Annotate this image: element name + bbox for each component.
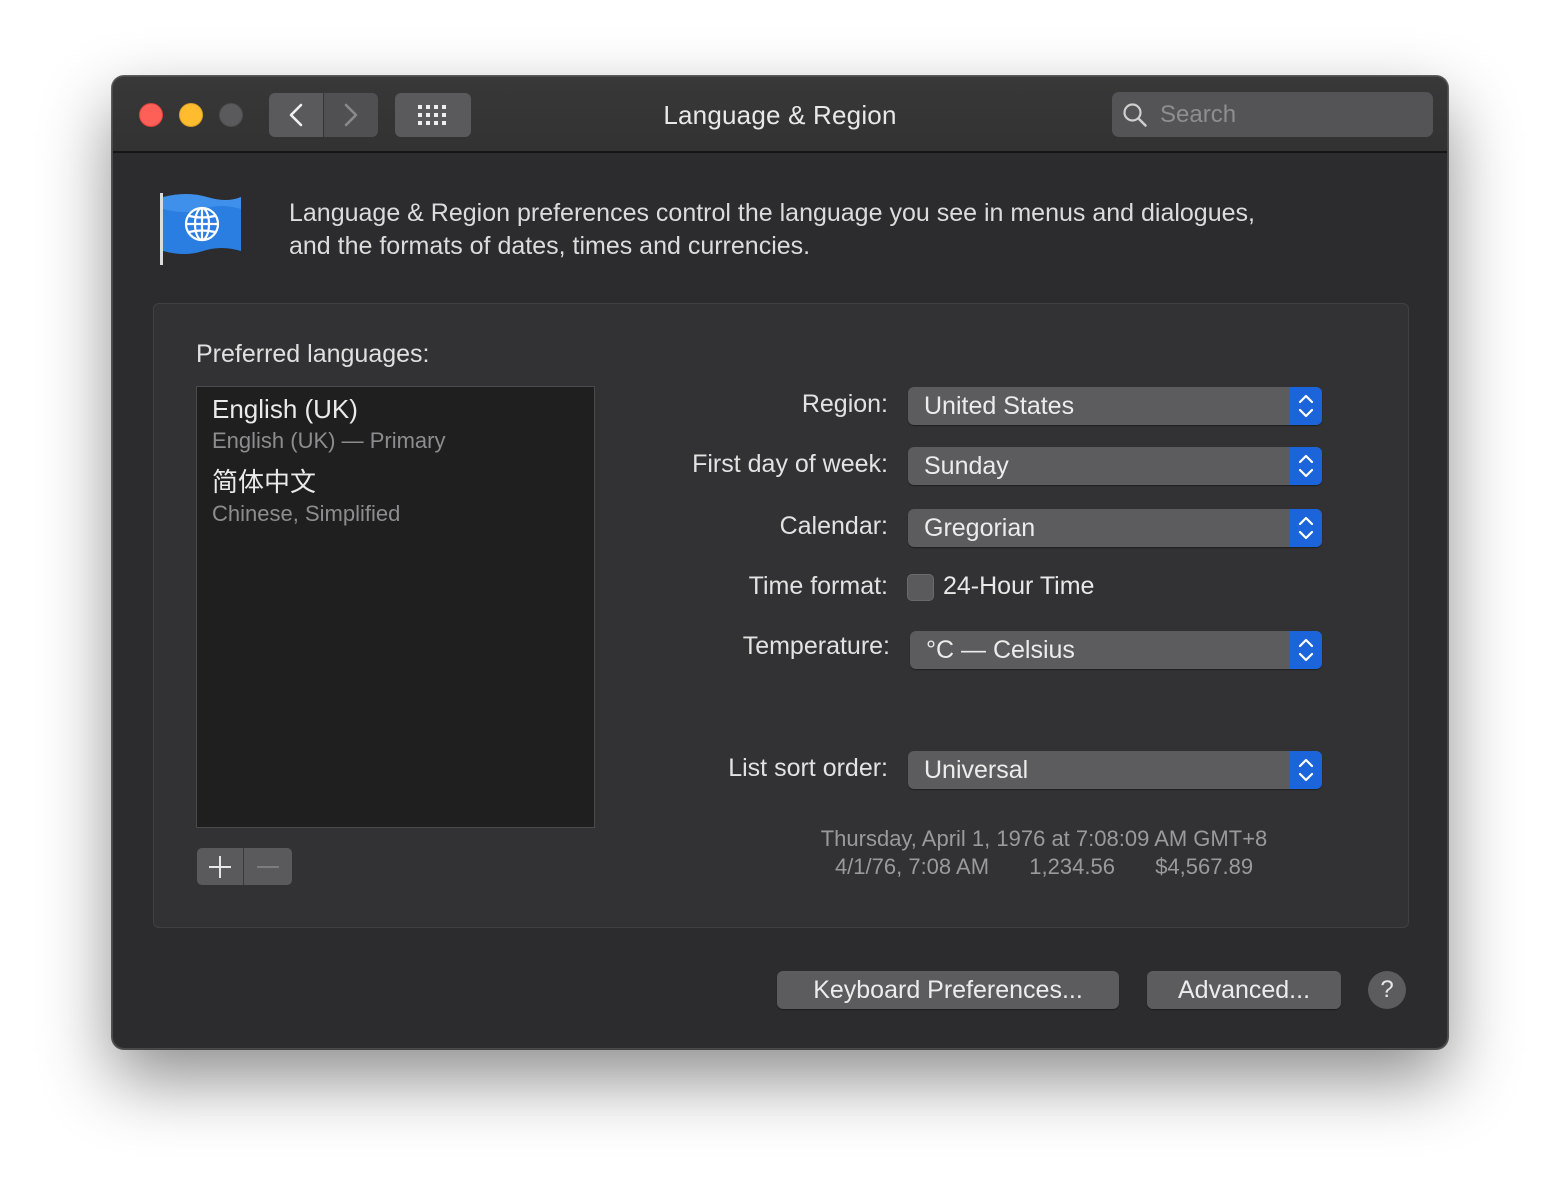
language-item[interactable]: English (UK) English (UK) — Primary (212, 392, 445, 456)
time-format-label: Time format: (748, 572, 888, 600)
add-remove-group (197, 848, 292, 885)
updown-chevron-icon (1289, 509, 1322, 547)
search-icon (1123, 102, 1147, 127)
updown-chevron-icon (1289, 751, 1322, 789)
temperature-value: °C — Celsius (926, 636, 1075, 664)
title-bar: Language & Region (113, 77, 1447, 153)
plus-icon (209, 855, 231, 878)
advanced-button[interactable]: Advanced... (1147, 971, 1341, 1009)
region-popup[interactable]: United States (908, 387, 1322, 425)
sample-number: 1,234.56 (1029, 854, 1115, 879)
24-hour-checkbox-label[interactable]: 24-Hour Time (943, 572, 1094, 601)
search-field[interactable] (1112, 92, 1433, 137)
add-language-button[interactable] (197, 848, 244, 885)
updown-chevron-icon (1289, 387, 1322, 425)
chevron-left-icon (289, 103, 303, 127)
first-day-label: First day of week: (692, 450, 888, 478)
sample-formats: 4/1/76, 7:08 AM 1,234.56 $4,567.89 (694, 854, 1394, 880)
close-button[interactable] (139, 103, 163, 127)
minus-icon (256, 865, 279, 868)
preferred-languages-label: Preferred languages: (196, 340, 430, 368)
preferences-window: Language & Region Language & Region pref… (112, 76, 1448, 1049)
first-day-popup[interactable]: Sunday (908, 447, 1322, 485)
pane-description: Language & Region preferences control th… (289, 197, 1389, 263)
language-name: English (UK) (212, 394, 358, 424)
settings-panel: Preferred languages: English (UK) Englis… (153, 303, 1409, 928)
24-hour-checkbox[interactable] (907, 574, 934, 601)
updown-chevron-icon (1289, 447, 1322, 485)
show-all-button[interactable] (395, 93, 471, 137)
keyboard-preferences-button[interactable]: Keyboard Preferences... (777, 971, 1119, 1009)
back-button[interactable] (269, 93, 323, 137)
temperature-label: Temperature: (742, 632, 890, 660)
sample-currency: $4,567.89 (1155, 854, 1254, 879)
calendar-value: Gregorian (924, 514, 1036, 542)
temperature-popup[interactable]: °C — Celsius (910, 631, 1322, 669)
remove-language-button[interactable] (244, 848, 291, 885)
minimize-button[interactable] (179, 103, 203, 127)
chevron-right-icon (344, 103, 358, 127)
updown-chevron-icon (1289, 631, 1322, 669)
zoom-button[interactable] (219, 103, 243, 127)
language-subtitle: Chinese, Simplified (212, 501, 401, 526)
sort-order-value: Universal (924, 756, 1029, 784)
language-list[interactable]: English (UK) English (UK) — Primary 简体中文… (196, 386, 595, 828)
description-line-2: and the formats of dates, times and curr… (289, 232, 811, 260)
description-line-1: Language & Region preferences control th… (289, 199, 1255, 227)
language-name: 简体中文 (212, 467, 317, 497)
forward-button[interactable] (324, 93, 378, 137)
sample-date-long: Thursday, April 1, 1976 at 7:08:09 AM GM… (820, 826, 1268, 851)
sample-date-short: 4/1/76, 7:08 AM (834, 854, 990, 879)
sort-order-popup[interactable]: Universal (908, 751, 1322, 789)
region-value: United States (924, 392, 1075, 420)
calendar-popup[interactable]: Gregorian (908, 509, 1322, 547)
language-item[interactable]: 简体中文 Chinese, Simplified (212, 465, 400, 529)
first-day-value: Sunday (924, 452, 1009, 480)
region-label: Region: (801, 390, 888, 418)
language-subtitle: English (UK) — Primary (212, 428, 446, 453)
help-button[interactable]: ? (1368, 971, 1406, 1009)
search-input[interactable] (1158, 99, 1418, 130)
globe-flag-icon (160, 193, 241, 265)
grid-icon (418, 105, 446, 125)
calendar-label: Calendar: (779, 512, 888, 540)
sort-order-label: List sort order: (728, 754, 888, 782)
